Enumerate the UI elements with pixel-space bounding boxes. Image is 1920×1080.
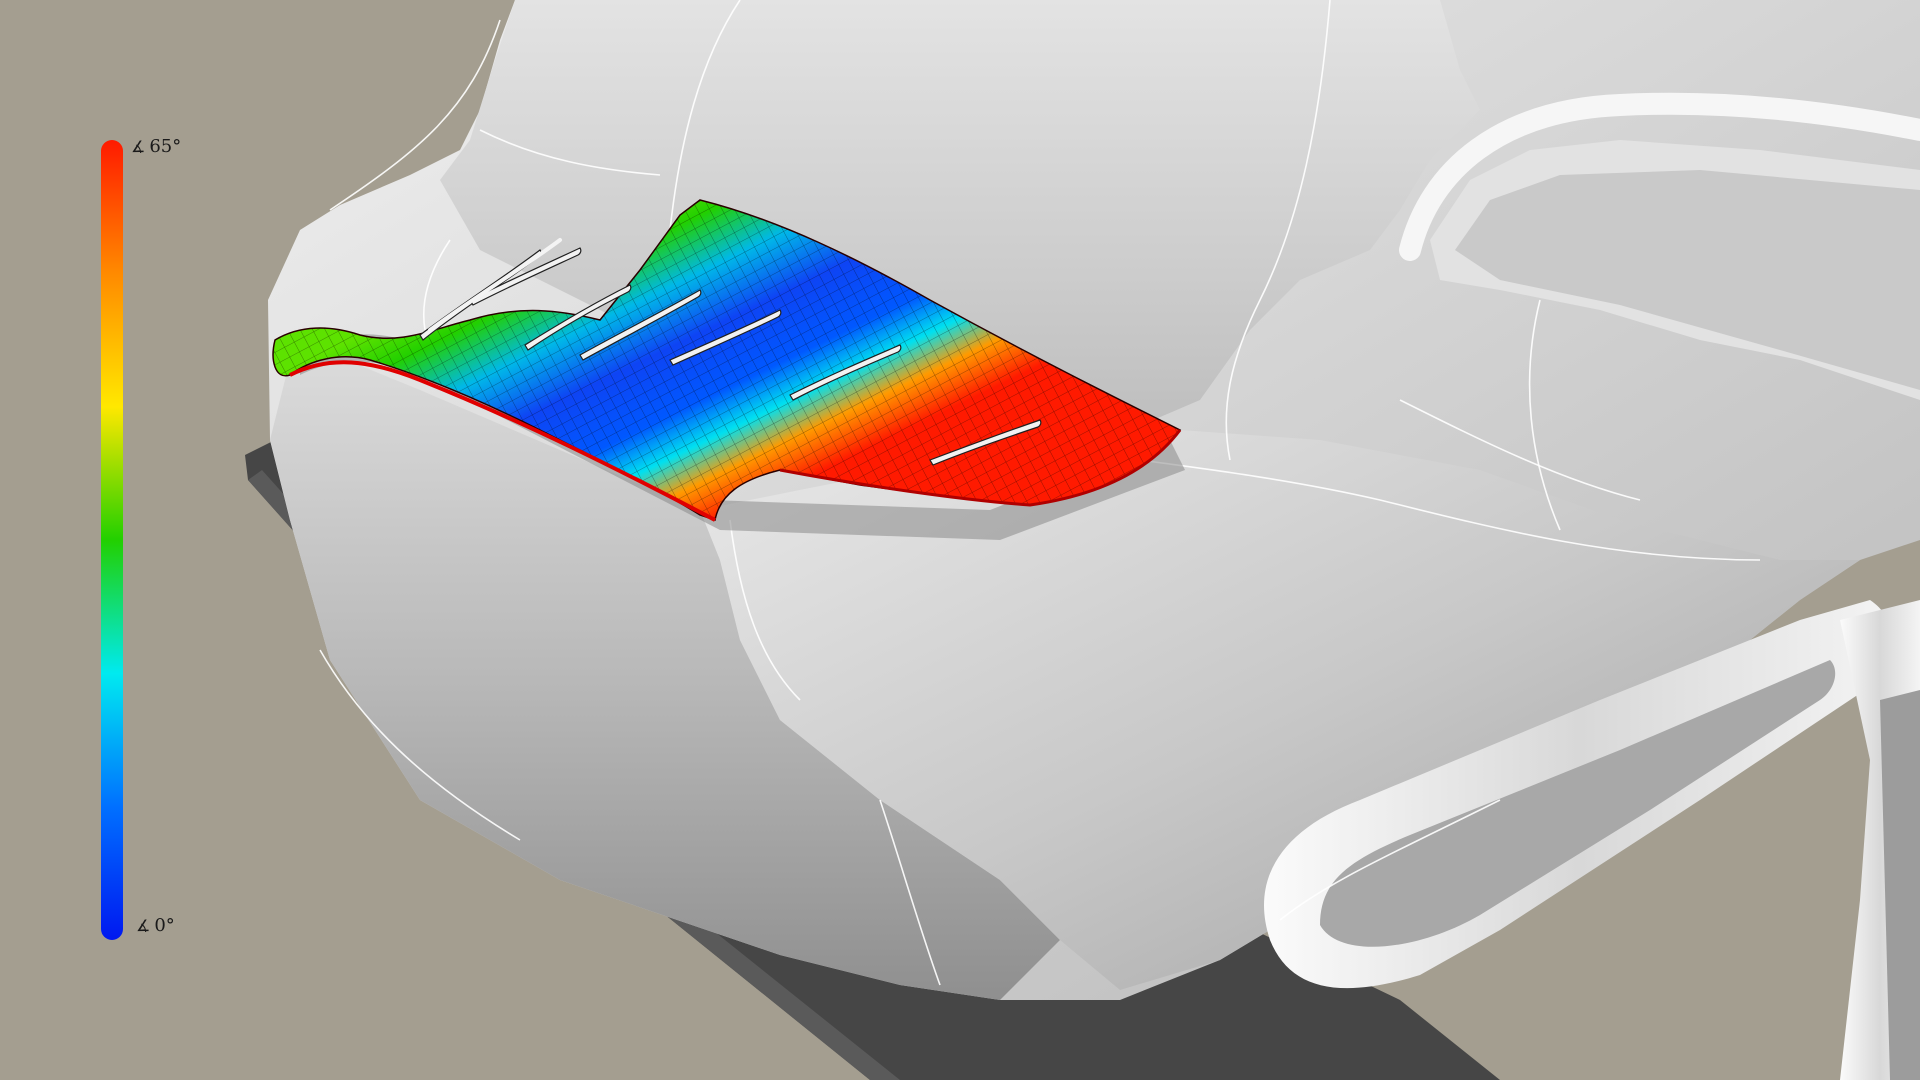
3d-viewport[interactable] — [0, 0, 1920, 1080]
legend-max-label: ∡ 65° — [131, 136, 181, 157]
angle-icon: ∡ — [131, 137, 146, 156]
color-legend: ∡ 65° ∡ 0° — [0, 0, 260, 1080]
angle-icon: ∡ — [136, 916, 151, 935]
legend-color-bar — [101, 140, 123, 940]
legend-min-label: ∡ 0° — [136, 915, 175, 936]
legend-min-value: 0° — [154, 915, 175, 936]
legend-max-value: 65° — [149, 136, 182, 157]
